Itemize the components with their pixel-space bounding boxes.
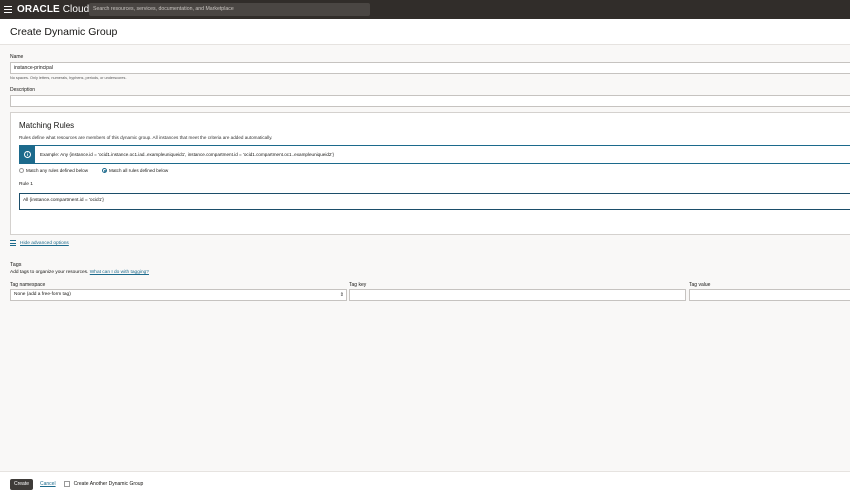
description-input[interactable]	[10, 95, 850, 107]
create-another-checkbox[interactable]	[63, 481, 70, 487]
name-label: Name	[10, 54, 24, 60]
radio-match-all-label: Match all rules defined below	[109, 168, 169, 173]
tag-key-label: Tag key	[349, 282, 367, 288]
tagging-help-link[interactable]: What can I do with tagging?	[90, 270, 149, 275]
radio-match-any-label: Match any rules defined below	[26, 168, 89, 173]
hamburger-menu-icon[interactable]	[4, 6, 12, 13]
info-icon: i	[24, 151, 31, 158]
advanced-options-toggle[interactable]: Hide advanced options	[10, 240, 69, 246]
info-banner-side: i	[20, 146, 35, 163]
description-label: Description	[10, 87, 36, 93]
page-header: Create Dynamic Group	[0, 19, 850, 45]
tags-description: Add tags to organize your resources. Wha…	[10, 270, 149, 275]
matching-rules-description: Rules define what resources are members …	[19, 135, 273, 140]
name-hint: No spaces. Only letters, numerals, hyphe…	[10, 76, 127, 80]
top-navigation-bar: ORACLE Cloud Search resources, services,…	[0, 0, 850, 19]
tag-namespace-label: Tag namespace	[10, 282, 46, 288]
select-chevron-icon: ⇕	[339, 292, 344, 298]
tag-value-label: Tag value	[689, 282, 711, 288]
oracle-cloud-logo[interactable]: ORACLE Cloud	[17, 4, 89, 15]
radio-match-any-button[interactable]	[19, 168, 24, 173]
tag-namespace-select[interactable]: None (add a free-form tag) ⇕	[10, 289, 347, 301]
matching-rules-title: Matching Rules	[19, 121, 75, 130]
name-input[interactable]: instance-principal	[10, 62, 850, 74]
tag-value-input[interactable]	[689, 289, 850, 301]
example-text: Example: Any {instance.id = 'ocid1.insta…	[40, 152, 334, 157]
page-title: Create Dynamic Group	[10, 26, 118, 38]
form-footer: Create Cancel Create Another Dynamic Gro…	[0, 471, 850, 496]
radio-match-any[interactable]: Match any rules defined below	[19, 168, 88, 173]
example-info-box: i Example: Any {instance.id = 'ocid1.ins…	[19, 145, 850, 164]
radio-match-all-button[interactable]	[102, 168, 107, 173]
settings-sliders-icon	[10, 240, 16, 246]
create-dynamic-group-form	[0, 45, 850, 471]
rule-1-label: Rule 1	[19, 182, 33, 187]
radio-match-all[interactable]: Match all rules defined below	[102, 168, 168, 173]
create-button[interactable]: Create	[10, 478, 33, 490]
cancel-link[interactable]: Cancel	[40, 481, 56, 487]
create-another-label: Create Another Dynamic Group	[73, 481, 144, 487]
global-search-input[interactable]: Search resources, services, documentatio…	[89, 3, 370, 16]
hide-advanced-options-link[interactable]: Hide advanced options	[20, 241, 69, 246]
matching-rules-panel: Matching Rules Rules define what resourc…	[10, 112, 850, 235]
rule-1-input[interactable]: All {instance.compartment.id = 'ocid1'}	[19, 193, 850, 210]
tag-key-input[interactable]	[349, 289, 686, 301]
tags-title: Tags	[10, 262, 22, 268]
